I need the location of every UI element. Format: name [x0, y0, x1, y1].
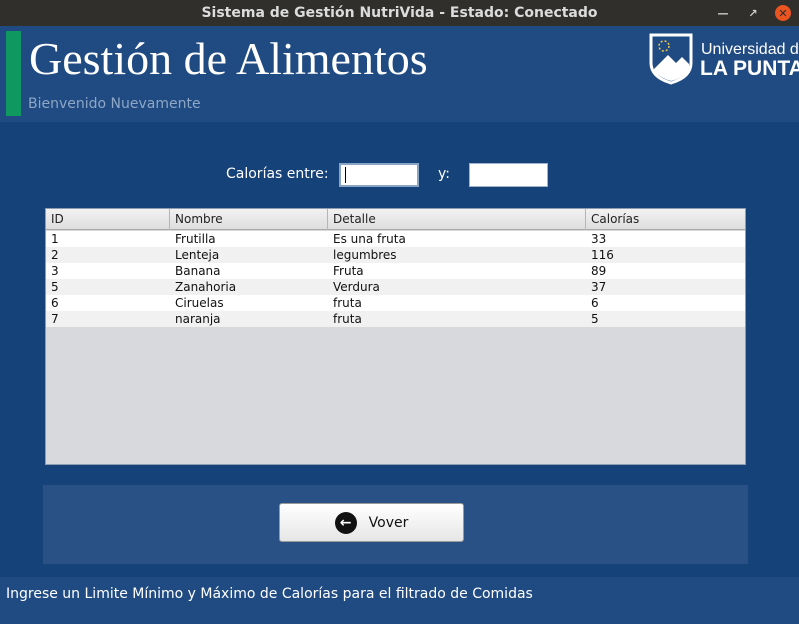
close-icon[interactable]: ✕	[775, 5, 791, 21]
page-header: Gestión de Alimentos Bienvenido Nuevamen…	[0, 26, 799, 122]
cell-nombre: Banana	[175, 264, 221, 278]
welcome-subtitle: Bienvenido Nuevamente	[28, 96, 201, 112]
minimize-icon[interactable]: —	[715, 5, 731, 21]
table-body: 1 Frutilla Es una fruta 33 2 Lenteja leg…	[46, 231, 745, 327]
cell-nombre: Lenteja	[175, 248, 220, 262]
cell-calorias: 6	[591, 296, 599, 310]
calories-max-input[interactable]	[469, 163, 548, 187]
column-header-id[interactable]: ID	[46, 209, 170, 230]
table-row[interactable]: 5 Zanahoria Verdura 37	[46, 279, 745, 295]
calories-min-input[interactable]	[339, 163, 419, 187]
table-header: ID Nombre Detalle Calorías	[46, 209, 745, 230]
window-controls: — ↗ ✕	[715, 0, 791, 26]
cell-nombre: naranja	[175, 312, 221, 326]
arrow-left-circle-icon: ←	[334, 511, 357, 534]
column-header-calorias[interactable]: Calorías	[586, 209, 745, 230]
calories-range-label: Calorías entre:	[226, 166, 329, 182]
back-button-label: Vover	[368, 514, 409, 531]
cell-detalle: legumbres	[333, 248, 397, 262]
cell-id: 2	[51, 248, 59, 262]
cell-id: 1	[51, 232, 59, 246]
cell-nombre: Ciruelas	[175, 296, 224, 310]
cell-id: 7	[51, 312, 59, 326]
calories-and-label: y:	[438, 166, 450, 182]
cell-id: 3	[51, 264, 59, 278]
column-header-nombre[interactable]: Nombre	[170, 209, 328, 230]
foods-table[interactable]: ID Nombre Detalle Calorías 1 Frutilla Es…	[45, 208, 746, 465]
cell-id: 5	[51, 280, 59, 294]
table-row[interactable]: 6 Ciruelas fruta 6	[46, 295, 745, 311]
logo-text-line2: LA PUNTA	[700, 57, 799, 80]
cell-detalle: Fruta	[333, 264, 364, 278]
table-row[interactable]: 3 Banana Fruta 89	[46, 263, 745, 279]
window-titlebar: Sistema de Gestión NutriVida - Estado: C…	[0, 0, 799, 26]
cell-detalle: Es una fruta	[333, 232, 406, 246]
accent-bar	[6, 31, 21, 116]
table-row[interactable]: 7 naranja fruta 5	[46, 311, 745, 327]
cell-detalle: fruta	[333, 312, 362, 326]
table-row[interactable]: 1 Frutilla Es una fruta 33	[46, 231, 745, 247]
maximize-icon[interactable]: ↗	[745, 5, 761, 21]
cell-calorias: 89	[591, 264, 607, 278]
cell-calorias: 116	[591, 248, 614, 262]
cell-calorias: 33	[591, 232, 607, 246]
window-title: Sistema de Gestión NutriVida - Estado: C…	[201, 5, 598, 21]
back-button[interactable]: ← Vover	[279, 503, 464, 542]
university-shield-logo-icon	[649, 33, 693, 85]
column-header-detalle[interactable]: Detalle	[328, 209, 586, 230]
cell-nombre: Zanahoria	[175, 280, 237, 294]
table-row[interactable]: 2 Lenteja legumbres 116	[46, 247, 745, 263]
status-message: Ingrese un Limite Mínimo y Máximo de Cal…	[6, 586, 533, 602]
text-caret	[345, 167, 346, 183]
cell-detalle: Verdura	[333, 280, 380, 294]
status-bar: Ingrese un Limite Mínimo y Máximo de Cal…	[0, 577, 799, 624]
cell-id: 6	[51, 296, 59, 310]
cell-calorias: 37	[591, 280, 607, 294]
university-logo: Universidad de LA PUNTA	[648, 33, 799, 85]
cell-calorias: 5	[591, 312, 599, 326]
cell-nombre: Frutilla	[175, 232, 216, 246]
page-title: Gestión de Alimentos	[29, 33, 428, 84]
cell-detalle: fruta	[333, 296, 362, 310]
